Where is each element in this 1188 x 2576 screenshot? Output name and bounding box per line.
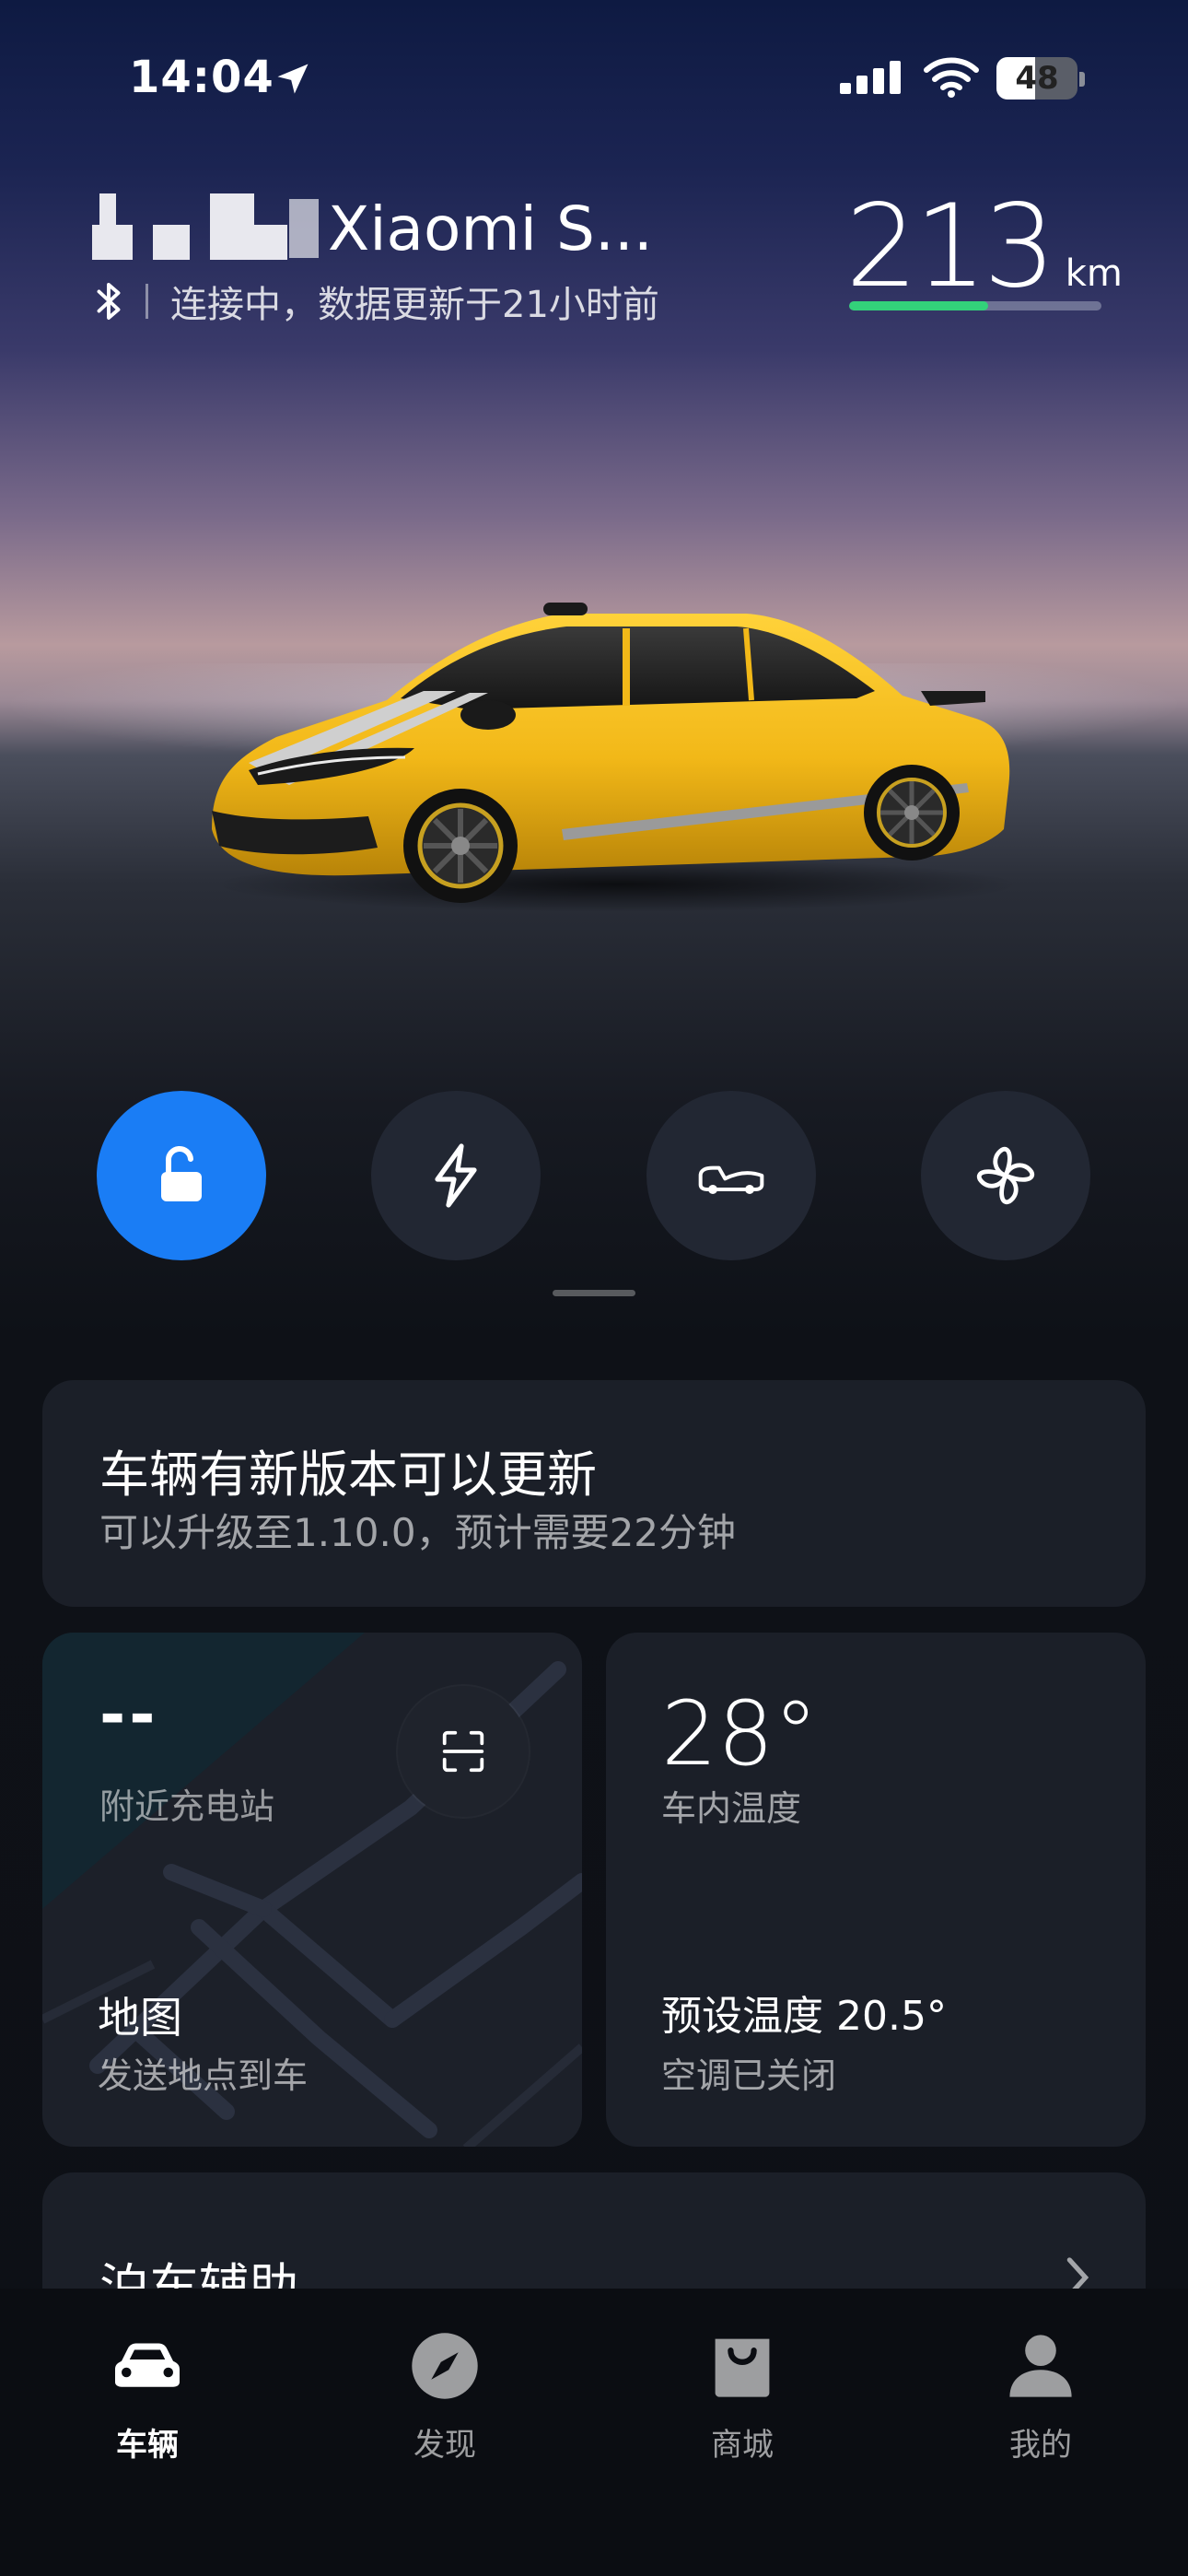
charge-button[interactable]: [371, 1091, 541, 1260]
scan-icon: [442, 1730, 484, 1773]
tab-label: 我的: [1009, 2427, 1072, 2464]
shopping-bag-icon: [715, 2338, 770, 2397]
update-card[interactable]: 车辆有新版本可以更新 可以升级至1.10.0，预计需要22分钟: [42, 1380, 1146, 1607]
fan-icon: [976, 1146, 1035, 1205]
connection-divider: [146, 284, 148, 319]
tab-vehicle[interactable]: 车辆: [55, 2327, 239, 2464]
trunk-button[interactable]: [646, 1091, 816, 1260]
nearby-station-label: 附近充电站: [99, 1786, 275, 1827]
tab-label: 发现: [413, 2427, 476, 2464]
update-subtitle: 可以升级至1.10.0，预计需要22分钟: [99, 1510, 737, 1555]
person-icon: [1009, 2335, 1072, 2397]
compass-icon: [412, 2333, 478, 2399]
cabin-temperature-label: 车内温度: [661, 1788, 802, 1829]
tab-label: 商城: [711, 2427, 774, 2464]
bluetooth-icon: [97, 283, 121, 320]
climate-card[interactable]: 28° 车内温度 预设温度 20.5° 空调已关闭: [606, 1633, 1146, 2147]
tab-profile[interactable]: 我的: [949, 2327, 1133, 2464]
tab-store[interactable]: 商城: [650, 2327, 834, 2464]
range-bar: [849, 301, 1101, 310]
range-unit: km: [1065, 252, 1123, 295]
sheet-drag-handle[interactable]: [553, 1290, 635, 1296]
car-image[interactable]: [193, 553, 1022, 903]
range-fill: [849, 301, 988, 310]
map-title: 地图: [98, 1993, 182, 2043]
unlock-icon: [161, 1146, 202, 1201]
car-trunk-icon: [698, 1165, 764, 1194]
bottom-tab-bar: 车辆 发现 商城 我的: [0, 2289, 1188, 2576]
status-time: 14:04: [129, 52, 274, 103]
battery-indicator: 48: [996, 55, 1085, 101]
status-bar: 14:04 48: [0, 52, 1188, 107]
ac-status: 空调已关闭: [661, 2055, 837, 2096]
redacted-name-block: [92, 192, 333, 262]
cellular-signal-icon: [840, 61, 901, 94]
car-icon: [115, 2343, 180, 2387]
connection-status: 连接中，数据更新于21小时前: [170, 284, 659, 326]
map-subtitle: 发送地点到车: [98, 2055, 309, 2096]
preset-temperature: 预设温度 20.5°: [661, 1993, 947, 2040]
climate-button[interactable]: [921, 1091, 1090, 1260]
unlock-button[interactable]: [97, 1091, 266, 1260]
update-title: 车辆有新版本可以更新: [99, 1446, 597, 1504]
connection-row: 连接中，数据更新于21小时前: [92, 278, 659, 326]
tab-label: 车辆: [116, 2427, 179, 2464]
scan-button[interactable]: [398, 1686, 529, 1817]
tab-discover[interactable]: 发现: [353, 2327, 537, 2464]
range-display: 213 km: [845, 181, 1123, 313]
range-value: 213: [845, 181, 1056, 313]
wifi-icon: [924, 57, 979, 98]
nearby-station-value: --: [99, 1679, 159, 1751]
location-arrow-icon: [277, 64, 309, 94]
cabin-temperature: 28°: [661, 1682, 819, 1786]
lightning-icon: [435, 1143, 477, 1208]
battery-level: 48: [1015, 60, 1059, 97]
